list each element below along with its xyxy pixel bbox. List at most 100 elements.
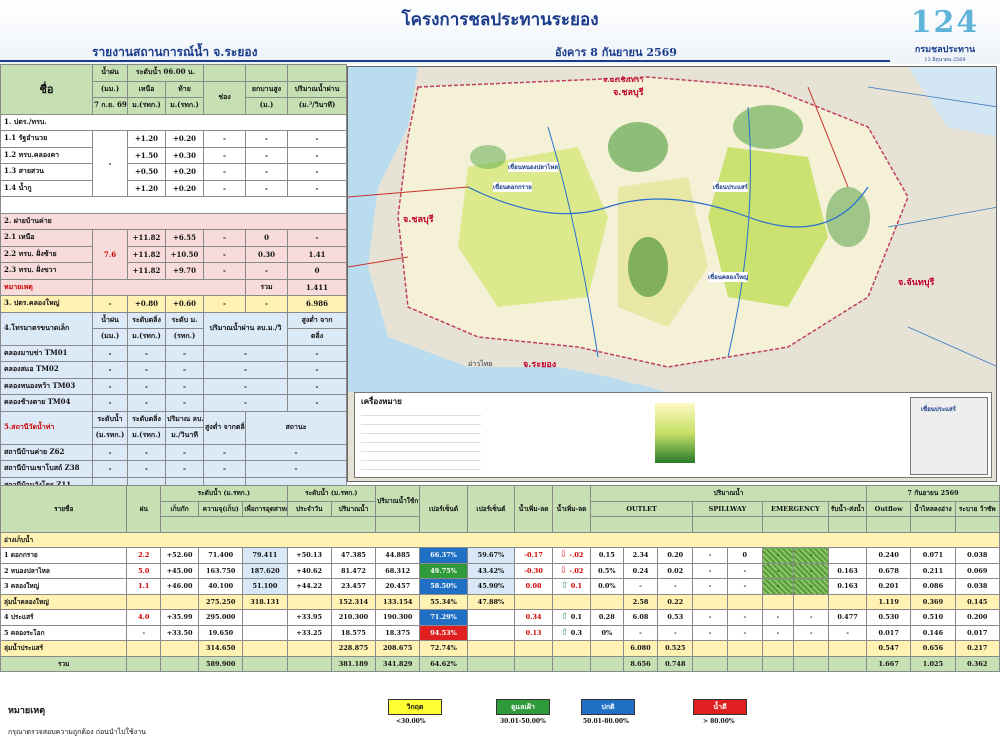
- map-label-prov: จ.ฉะเชิงเทรา: [603, 75, 644, 84]
- cell: +40.62: [286, 562, 332, 579]
- cell: 4.0: [126, 609, 162, 626]
- cell: -: [203, 295, 246, 313]
- unit: ม.(รทก.): [127, 97, 166, 115]
- cell: -: [203, 262, 246, 280]
- col-group: น้ำเพิ่ม-ลด: [552, 485, 591, 533]
- cell: -: [127, 377, 166, 395]
- cell: -: [287, 361, 347, 379]
- cell: 81.472: [330, 562, 377, 579]
- col: SPILLWAY: [692, 500, 763, 517]
- percent-badge: 58.50%: [419, 578, 468, 595]
- cell: +9.70: [165, 262, 204, 280]
- report-date: อังคาร 8 กันยายน 2569: [555, 46, 677, 59]
- unit: (ม.³/วินาที): [287, 97, 347, 115]
- row-name: คลองมาบข่า TM01: [0, 344, 93, 362]
- cell: -: [127, 361, 166, 379]
- cell: -: [692, 547, 728, 564]
- cell: 1.025: [910, 655, 956, 672]
- cell: 295.000: [198, 609, 244, 626]
- cell: 40.100: [198, 578, 244, 595]
- col: ประจำวัน: [286, 500, 332, 517]
- cell: 0.146: [910, 624, 956, 641]
- section-title: 1. ปตร./ทรบ.: [0, 113, 347, 131]
- footer-note: กรุณาตรวจสอบความถูกต้อง ก่อนนำไปใช้งาน: [8, 728, 146, 736]
- col-group: เปอร์เซ็นต์: [419, 485, 468, 533]
- col: สูงต่ำ จากตลิ่ง: [203, 410, 246, 445]
- cell: +0.50: [127, 163, 166, 181]
- cell: -: [92, 377, 128, 395]
- col-rain-unit: (มม.): [92, 80, 128, 98]
- col: ม./วินาที: [165, 427, 204, 445]
- cell: -: [165, 344, 204, 362]
- col-up: เหนือ: [127, 80, 166, 98]
- row-name: 1.2 ทรบ.คลองคา: [0, 146, 93, 164]
- cell: -: [127, 443, 166, 461]
- cell: +11.82: [127, 262, 166, 280]
- cell: +10.50: [165, 245, 204, 263]
- cell: -: [203, 394, 288, 412]
- row-name: 1.3 สายสวน: [0, 163, 93, 181]
- cell: -: [203, 229, 246, 247]
- row-name: 2.1 เหนือ: [0, 229, 93, 247]
- col: Outflow: [866, 500, 912, 517]
- cell: -: [287, 130, 347, 148]
- map-label-prov: จ.ระยอง: [523, 360, 557, 370]
- cell: 59.67%: [466, 547, 516, 564]
- col: ม.(รทก.): [127, 328, 166, 346]
- cell: 0.656: [910, 640, 956, 657]
- cell: -: [203, 460, 246, 478]
- section-title: 3. ปตร.คลองใหญ่: [0, 295, 93, 313]
- cell: 0.748: [657, 655, 694, 672]
- cell: +6.55: [165, 229, 204, 247]
- cell: 0.069: [954, 562, 1000, 579]
- rain-cell: 7.6: [92, 229, 128, 280]
- cell: -: [127, 394, 166, 412]
- percent-badge: 49.75%: [419, 562, 468, 579]
- col: ปริมาณน้ำผ่าน ลบ.ม./วิ: [203, 311, 288, 346]
- cell: 1.119: [866, 593, 912, 610]
- cell: -: [622, 624, 659, 641]
- cell: +33.95: [286, 609, 332, 626]
- cell: +46.00: [160, 578, 200, 595]
- col: ระดับตลิ่ง: [127, 410, 166, 428]
- cell: +45.00: [160, 562, 200, 579]
- cell: -: [657, 578, 694, 595]
- col: EMERGENCY: [761, 500, 830, 517]
- cell: 208.675: [375, 640, 421, 657]
- cell: +44.22: [286, 578, 332, 595]
- cell: 71.400: [198, 547, 244, 564]
- cell: -: [692, 578, 728, 595]
- legend-good: น้ำดี: [693, 699, 747, 715]
- cell: 44.885: [375, 547, 421, 564]
- cell: 0.1: [570, 582, 583, 591]
- row-name: สถานีบ้านค่าย Z62: [0, 443, 93, 461]
- legend-lines: [361, 407, 481, 473]
- cell: -: [245, 262, 288, 280]
- cell: 0.477: [828, 609, 868, 626]
- cell: 5.0: [126, 562, 162, 579]
- cell: -.02: [569, 566, 584, 575]
- col: ระดับ ม.: [165, 311, 204, 329]
- map-label-sea: อ่าวไทย: [468, 360, 493, 368]
- cell: -: [793, 578, 830, 595]
- cell: +0.60: [165, 295, 204, 313]
- total-row: รวม 589.900 381.189 341.829 64.62% 8.656 0.748…: [0, 655, 1000, 672]
- cell: 275.250: [198, 593, 244, 610]
- cell: 187.620: [242, 562, 288, 579]
- cell: -: [245, 130, 288, 148]
- cell: -: [287, 179, 347, 197]
- cell: 0.3: [570, 628, 583, 637]
- row-name: 4 ประแสร์: [0, 609, 128, 626]
- row-name: คลองหนองหว้า TM03: [0, 377, 93, 395]
- cell: 0.017: [866, 624, 912, 641]
- map-label-prov: จ.ชลบุรี: [613, 88, 644, 98]
- cell: +52.60: [160, 547, 200, 564]
- footer-legend: หมายเหตุ กรุณาตรวจสอบความถูกต้อง ก่อนนำไ…: [0, 693, 1000, 747]
- table-row: 4 ประแสร์ 4.0 +35.99 295.000 +33.95 210.300 19…: [0, 609, 1000, 626]
- cell: 318.131: [242, 593, 288, 610]
- unit: (ม.): [245, 97, 288, 115]
- col-group: น้ำเพิ่ม-ลด: [514, 485, 554, 533]
- cell: -: [203, 163, 246, 181]
- cell: +35.99: [160, 609, 200, 626]
- col: ม.(รทก.): [127, 427, 166, 445]
